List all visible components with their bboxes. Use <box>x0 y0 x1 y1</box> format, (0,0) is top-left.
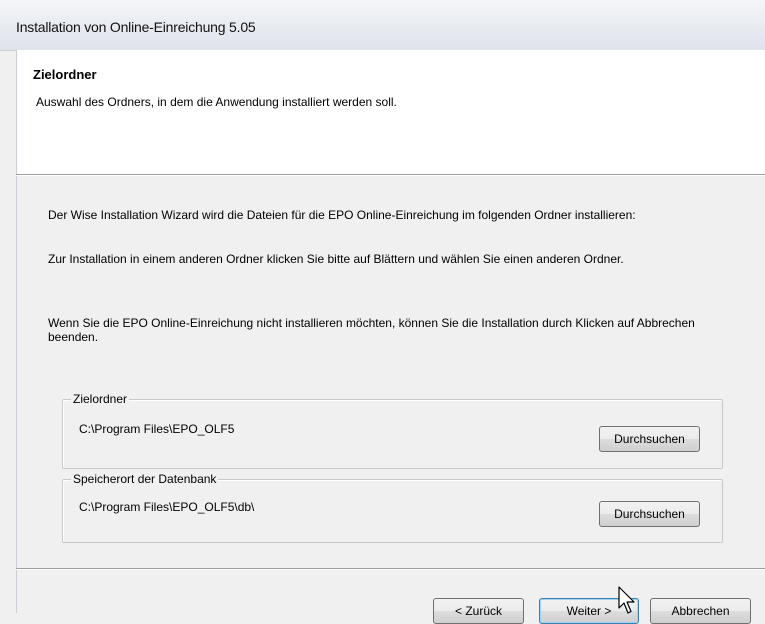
cancel-button[interactable]: Abbrechen <box>650 598 751 624</box>
back-button[interactable]: < Zurück <box>433 598 524 624</box>
wizard-header: Zielordner Auswahl des Ordners, in dem d… <box>16 50 765 174</box>
target-folder-legend: Zielordner <box>71 392 130 406</box>
step-title: Zielordner <box>33 67 97 82</box>
info-text-change-folder: Zur Installation in einem anderen Ordner… <box>48 252 624 266</box>
window-title: Installation von Online-Einreichung 5.05 <box>16 19 256 35</box>
mouse-pointer-icon <box>618 586 635 614</box>
info-text-cancel: Wenn Sie die EPO Online-Einreichung nich… <box>48 316 695 344</box>
step-subtitle: Auswahl des Ordners, in dem die Anwendun… <box>36 95 397 109</box>
database-location-path: C:\Program Files\EPO_OLF5\db\ <box>79 500 255 514</box>
installer-window: Installation von Online-Einreichung 5.05… <box>0 0 765 624</box>
browse-database-location-button[interactable]: Durchsuchen <box>599 501 700 527</box>
browse-target-folder-button[interactable]: Durchsuchen <box>599 426 700 452</box>
info-text-install-location: Der Wise Installation Wizard wird die Da… <box>48 208 636 222</box>
title-bar[interactable]: Installation von Online-Einreichung 5.05 <box>0 0 765 51</box>
target-folder-path: C:\Program Files\EPO_OLF5 <box>79 422 235 436</box>
database-location-legend: Speicherort der Datenbank <box>71 472 219 486</box>
